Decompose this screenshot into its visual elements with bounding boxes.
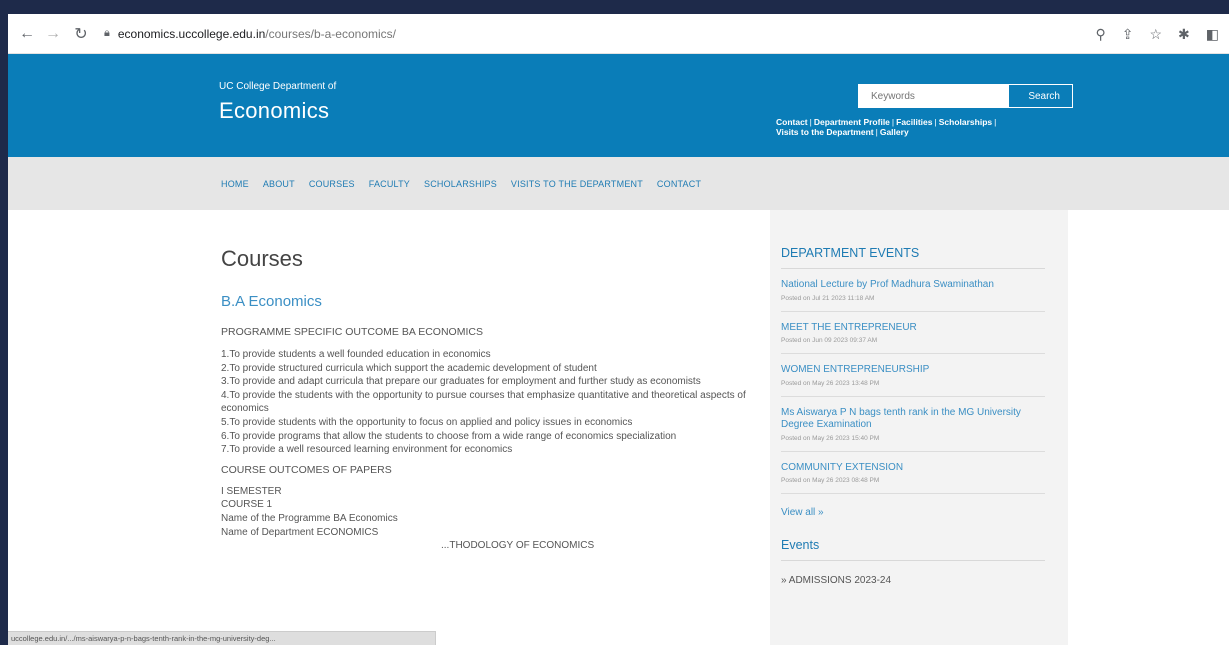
quick-link-visits[interactable]: Visits to the Department [776,127,874,137]
nav-item-home[interactable]: HOME [221,179,249,189]
outcomes-list: 1.To provide students a well founded edu… [221,348,751,457]
admissions-link[interactable]: » ADMISSIONS 2023-24 [781,575,1045,586]
event-item: National Lecture by Prof Madhura Swamina… [781,269,1045,312]
outcome-item: 5.To provide students with the opportuni… [221,416,633,428]
browser-toolbar: ← → ↻ 🔒︎ economics.ucc​ollege.edu.in/cou… [8,14,1229,54]
event-date: Posted on May 26 2023 08:48 PM [781,477,880,484]
nav-item-visits[interactable]: VISITS TO THE DEPARTMENT [511,179,643,189]
semester-block: I SEMESTER COURSE 1 Name of the Programm… [221,485,751,553]
semester-label: I SEMESTER [221,485,282,497]
department-name: Name of Department ECONOMICS [221,526,379,538]
event-date: Posted on May 26 2023 15:40 PM [781,434,880,442]
nav-item-faculty[interactable]: FACULTY [369,179,410,189]
course-name-partial: ...THODOLOGY OF ECONOMICS [441,540,595,552]
event-item: Ms Aiswarya P N bags tenth rank in the M… [781,397,1045,452]
outcome-item: 1.To provide students a well founded edu… [221,349,491,360]
course-title: B.A Economics [221,293,322,310]
url-host: economics.ucc​ollege.edu.in [117,26,266,41]
extensions-puzzle-icon[interactable]: ✱ [1178,26,1190,43]
zoom-search-icon[interactable]: ⚲ [1095,26,1105,43]
quick-link-contact[interactable]: Contact [776,117,808,127]
course-label: COURSE 1 [221,499,273,511]
site-search: Search [858,84,1073,108]
nav-item-about[interactable]: ABOUT [263,179,295,189]
event-item: WOMEN ENTREPRENEURSHIP Posted on May 26 … [781,354,1045,397]
reload-icon[interactable]: ↻ [70,24,92,44]
link-status-bar: ucc​ollege.edu.in/.../ms-aiswarya-p-n-ba… [8,631,436,645]
search-input[interactable] [859,85,1009,107]
toolbar-actions: ⚲ ⇪ ☆ ✱ ◧ [1095,14,1219,54]
page-title: Courses [221,246,303,271]
brand-subtitle: UC College Department of [219,81,337,92]
main-nav: HOME ABOUT COURSES FACULTY SCHOLARSHIPS … [8,157,1229,210]
separator: | [934,117,937,127]
quick-link-scholarships[interactable]: Scholarships [939,117,992,127]
event-link[interactable]: Ms Aiswarya P N bags tenth rank in the M… [781,407,1045,432]
back-arrow-icon[interactable]: ← [16,25,38,43]
outcome-item: 4.To provide the students with the oppor… [221,389,746,415]
quick-links: Contact | Department Profile | Facilities | Sc… [776,117,1066,137]
programme-name: Name of the Programme BA Economics [221,512,398,524]
separator: | [994,117,997,127]
nav-item-contact[interactable]: CONTACT [657,179,701,189]
course-outcomes-heading: COURSE OUTCOMES OF PAPERS [221,463,392,476]
search-button[interactable]: Search [1009,85,1072,107]
side-panel-icon[interactable]: ◧ [1206,26,1219,43]
separator: | [875,127,878,137]
site-header: UC College Department of Economics Searc… [8,54,1229,157]
sidebar: DEPARTMENT EVENTS National Lecture by Pr… [770,210,1068,645]
view-all-link[interactable]: View all » [781,507,1045,518]
programme-heading: PROGRAMME SPECIFIC OUTCOME BA ECONOMICS [221,326,483,338]
outcome-item: 6.To provide programs that allow the stu… [221,430,677,442]
main-content: Courses B.A Economics PROGRAMME SPECIFIC… [221,246,751,553]
separator: | [891,117,895,127]
share-icon[interactable]: ⇪ [1122,26,1134,43]
event-item: COMMUNITY EXTENSION Posted on May 26 202… [781,452,1045,494]
quick-link-department-profile[interactable]: Department Profile [814,117,890,127]
quick-link-facilities[interactable]: Facilities [896,117,932,127]
forward-arrow-icon[interactable]: → [42,25,64,43]
event-date: Posted on Jul 21 2023 11:18 AM [781,294,875,302]
event-link[interactable]: WOMEN ENTREPRENEURSHIP [781,364,1045,377]
event-date: Posted on May 26 2023 13:48 PM [781,379,880,387]
bookmark-star-icon[interactable]: ☆ [1149,26,1162,43]
address-bar[interactable]: 🔒︎ economics.ucc​ollege.edu.in/courses/b… [104,21,396,47]
outcome-item: 2.To provide structured curricula which … [221,362,597,374]
lock-icon[interactable]: 🔒︎ [104,27,110,40]
event-link[interactable]: MEET THE ENTREPRENEUR [781,322,1045,335]
event-link[interactable]: National Lecture by Prof Madhura Swamina… [781,279,1045,292]
event-item: MEET THE ENTREPRENEUR Posted on Jun 09 2… [781,312,1045,354]
event-link[interactable]: COMMUNITY EXTENSION [781,462,1045,475]
nav-item-scholarships[interactable]: SCHOLARSHIPS [424,179,497,189]
separator: | [809,117,812,127]
department-events-title: DEPARTMENT EVENTS [781,246,1045,269]
url-path: /courses/b-a-economics/ [265,26,396,41]
browser-window: ← → ↻ 🔒︎ economics.ucc​ollege.edu.in/cou… [8,14,1229,645]
brand-title[interactable]: Economics [219,98,329,124]
quick-link-gallery[interactable]: Gallery [880,127,909,137]
nav-item-courses[interactable]: COURSES [309,179,355,189]
outcome-item: 7.To provide a well resourced learning e… [221,444,513,456]
outcome-item: 3.To provide and adapt curricula that pr… [221,376,701,388]
event-date: Posted on Jun 09 2023 09:37 AM [781,337,878,344]
events-title: Events [781,538,1045,561]
